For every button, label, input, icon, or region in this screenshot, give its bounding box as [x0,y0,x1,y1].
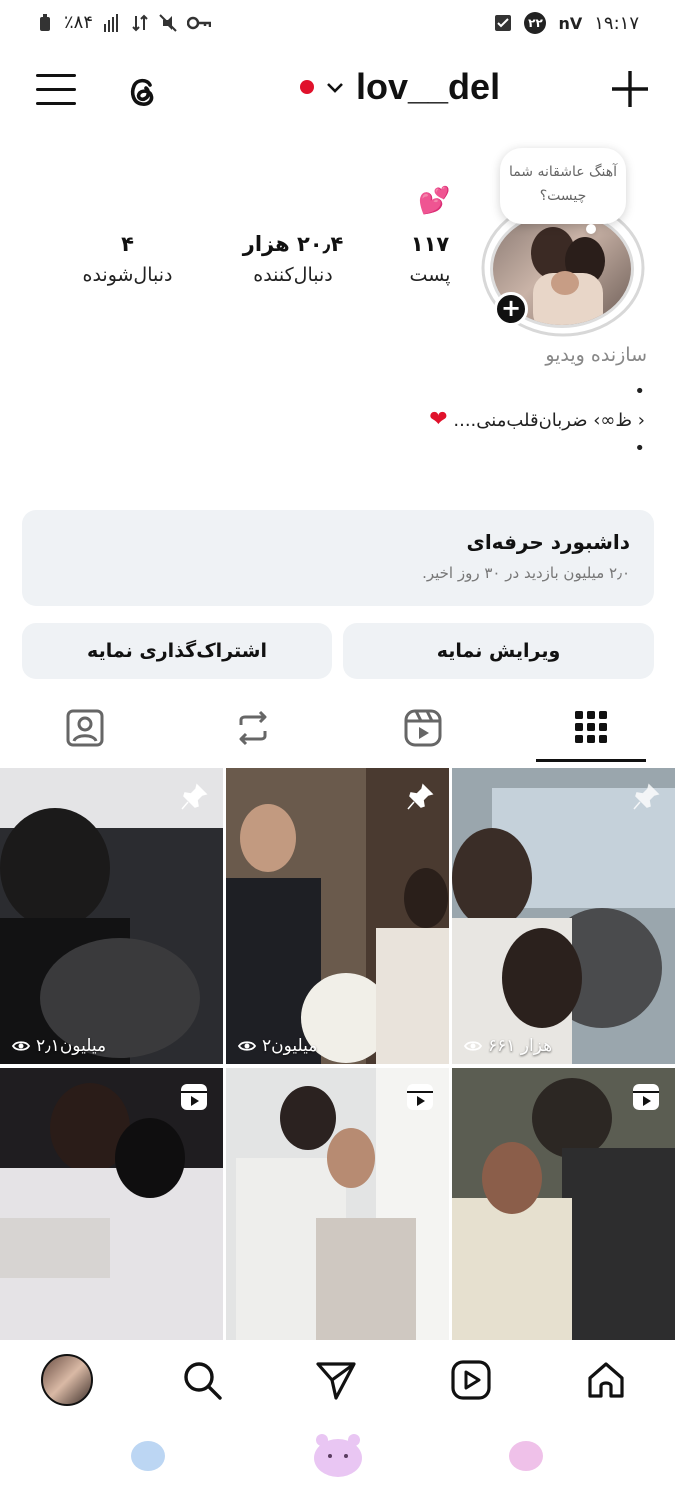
reel-icon [181,1084,207,1110]
plus-icon[interactable] [609,68,651,110]
add-story-button[interactable]: + [494,292,528,326]
search-icon [184,1362,222,1400]
reel-icon [633,1084,659,1110]
tab-posts-grid[interactable] [536,694,646,762]
tab-reposts[interactable] [198,694,308,762]
post-thumbnail [452,768,675,1064]
checkbox-notification-icon [495,15,512,31]
status-bar: ٪۸۴ ۲۲ nV ۱۹:۱۷ [0,0,675,50]
pin-icon [633,783,660,810]
decor-stickers [131,1434,543,1477]
share-profile-button[interactable]: اشتراک‌گذاری نمایه [22,623,332,679]
following-value: ۴ [121,232,134,256]
battery-icon [40,13,50,31]
status-right: ۲۲ nV ۱۹:۱۷ [494,12,639,34]
carrier-badge: ۲۲ [524,12,547,34]
post-thumbnail [0,768,223,1064]
menu-button[interactable] [36,74,76,108]
menu-icon-line [36,88,76,91]
edit-profile-button[interactable]: ویرایش نمایه [343,623,654,679]
bio-line-main: ‹ ظ∞› ضربان‌قلب‌منی.... ❤ [245,406,645,435]
battery-level: ٪۸۴ [64,12,94,33]
posts-grid: ۶۶۱ هزار ۲میلیون ۲٫۱میلیون [0,768,675,1340]
eye-icon [12,1041,30,1051]
menu-icon-line [36,102,76,105]
profile-header: lov__del [0,60,675,124]
grid-post[interactable] [452,1068,675,1364]
repost-icon [239,710,267,746]
dashboard-title: داشبورد حرفه‌ای [466,530,631,554]
followers-value: ۲۰٫۴ هزار [242,232,344,256]
dashboard-subtitle: ۲٫۰ میلیون بازدید در ۳۰ روز اخیر. [422,564,630,582]
clock: ۱۹:۱۷ [594,12,639,34]
followers-label: دنبال‌کننده [253,264,333,286]
views-count: ۲میلیون [262,1036,318,1056]
views-counter: ۲میلیون [238,1036,317,1056]
following-label: دنبال‌شونده [82,264,173,286]
reel-icon [407,1084,433,1110]
grid-icon [575,710,607,743]
username: lov__del [356,66,501,107]
posts-label: پست [409,264,451,286]
bottom-navigation [0,1340,675,1420]
menu-icon-line [36,74,76,77]
profile-category: سازنده ویدیو [545,344,647,366]
profile-tabs [0,694,675,764]
home-icon [588,1362,624,1398]
grid-post[interactable] [0,1068,223,1364]
eye-icon [238,1041,256,1051]
nav-home[interactable] [578,1352,634,1408]
professional-dashboard[interactable]: داشبورد حرفه‌ای ۲٫۰ میلیون بازدید در ۳۰ … [22,510,654,606]
account-switcher[interactable]: lov__del [300,66,500,108]
vpn-key-icon [187,16,212,29]
tab-reels[interactable] [368,694,478,762]
chevron-down-icon [327,83,343,93]
nav-direct[interactable] [308,1352,364,1408]
reels-icon [404,709,442,747]
heart-icon: ❤ [429,407,448,432]
tab-tagged[interactable] [30,694,140,762]
nav-reels[interactable] [443,1352,499,1408]
posts-count[interactable]: ۱۱۷ پست [395,232,465,286]
threads-icon[interactable] [120,70,164,114]
data-transfer-icon [132,14,148,31]
views-count: ۶۶۱ هزار [488,1036,553,1056]
nav-search[interactable] [174,1352,230,1408]
profile-bio: • ‹ ظ∞› ضربان‌قلب‌منی.... ❤ • [245,378,645,463]
views-counter: ۶۶۱ هزار [464,1036,552,1056]
bio-line: • [634,438,645,459]
post-thumbnail [226,768,449,1064]
bio-text: ‹ ظ∞› ضربان‌قلب‌منی.... [453,410,645,431]
note-bubble[interactable]: آهنگ عاشقانه شما چیست؟ [500,148,626,234]
status-left: ٪۸۴ [36,12,212,33]
network-speed: nV [558,13,583,33]
followers-count[interactable]: ۲۰٫۴ هزار دنبال‌کننده [238,232,348,286]
notification-dot [300,80,314,94]
grid-post[interactable]: ۲٫۱میلیون [0,768,223,1064]
pin-icon [407,783,434,810]
pin-icon [181,783,208,810]
bio-line: • [634,381,645,402]
grid-post[interactable]: ۶۶۱ هزار [452,768,675,1064]
following-count[interactable]: ۴ دنبال‌شونده [70,232,185,286]
signal-icon [104,13,119,32]
reels-icon [451,1360,491,1400]
views-count: ۲٫۱میلیون [36,1036,107,1056]
grid-post[interactable] [226,1068,449,1364]
posts-value: ۱۱۷ [410,232,450,256]
views-counter: ۲٫۱میلیون [12,1036,106,1056]
nav-profile[interactable] [39,1352,95,1408]
system-decor-row [0,1428,675,1488]
tagged-person-icon [66,709,104,747]
send-icon [316,1362,356,1400]
eye-icon [464,1041,482,1051]
grid-post[interactable]: ۲میلیون [226,768,449,1064]
mute-icon [159,13,177,32]
profile-avatar-small [41,1354,93,1406]
note-heart-emoji: 💕 [418,186,451,216]
